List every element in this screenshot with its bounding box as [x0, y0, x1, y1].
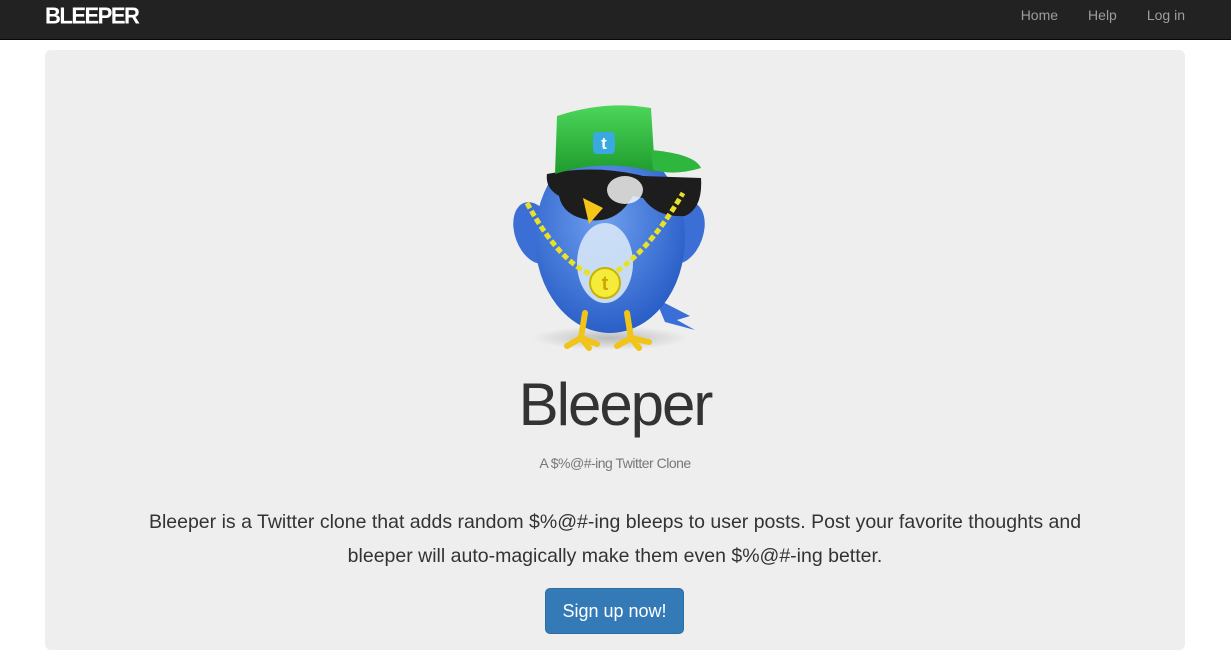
nav-login-link[interactable]: Log in: [1147, 7, 1185, 23]
svg-text:t: t: [601, 134, 607, 153]
brand-logo-link[interactable]: BLEEPER: [45, 2, 140, 29]
nav-home-link[interactable]: Home: [1021, 7, 1058, 23]
top-navbar: BLEEPER Home Help Log in: [0, 0, 1231, 40]
hero-description-line-1: Bleeper is a Twitter clone that adds ran…: [148, 511, 1082, 533]
hero-subtitle: A $%@#-ing Twitter Clone: [539, 455, 691, 471]
nav-links: Home Help Log in: [991, 0, 1185, 30]
signup-button[interactable]: Sign up now!: [545, 588, 684, 634]
hero-description-line-2: bleeper will auto-magically make them ev…: [347, 545, 883, 567]
hero-title: Bleeper: [518, 371, 714, 438]
hero-jumbotron: t t Bleeper A $%@#-ing Twitter Clone Ble…: [45, 50, 1185, 650]
nav-help-link[interactable]: Help: [1088, 7, 1117, 23]
hero-description: Bleeper is a Twitter clone that adds ran…: [115, 505, 1115, 573]
twitter-bird-mascot-icon: t t: [513, 105, 705, 351]
svg-text:t: t: [602, 273, 609, 295]
